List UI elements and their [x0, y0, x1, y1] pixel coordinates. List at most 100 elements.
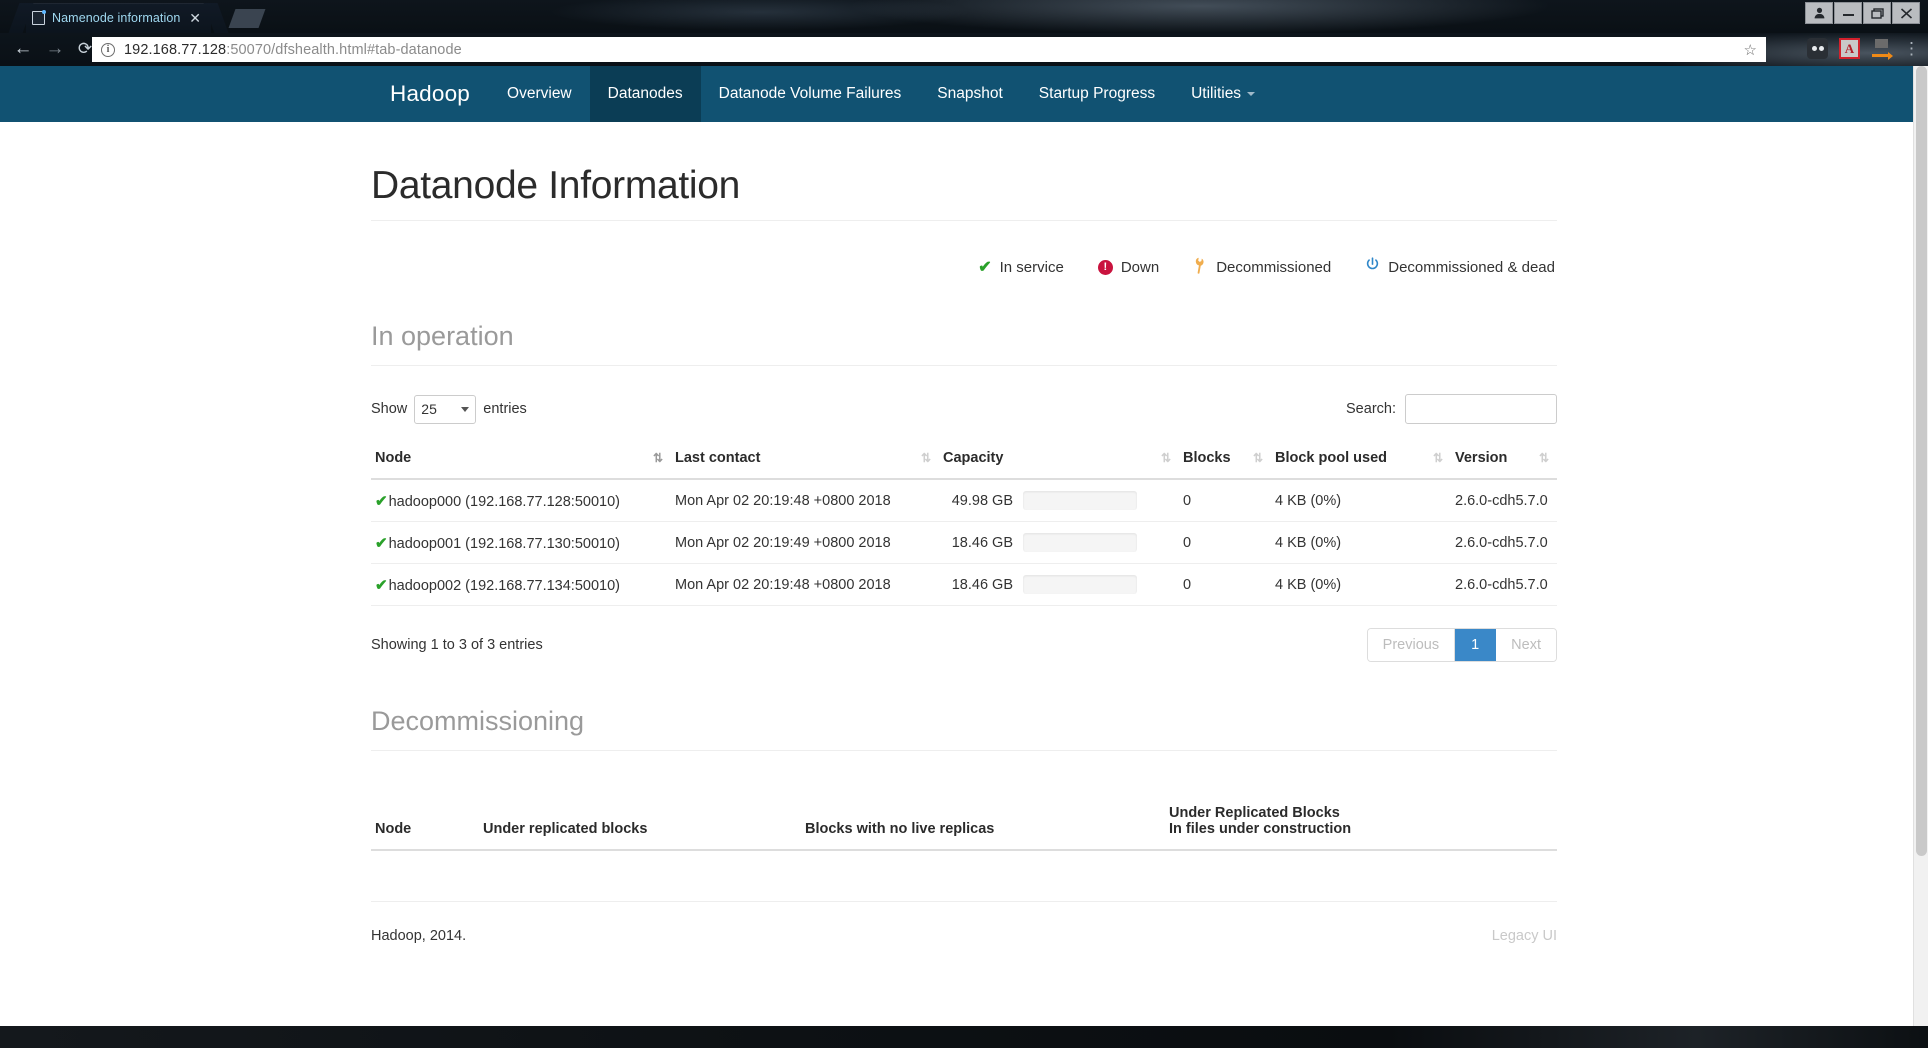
- node-link[interactable]: hadoop000 (192.168.77.128:50010): [389, 494, 620, 510]
- show-label: Show: [371, 401, 408, 417]
- extension-download-arrow-icon[interactable]: [1871, 38, 1893, 60]
- close-tab-icon[interactable]: ✕: [185, 11, 205, 25]
- cell-capacity: 49.98 GB: [939, 479, 1179, 522]
- column-header-last-contact[interactable]: Last contact ⇅: [671, 440, 939, 480]
- alert-circle-icon: !: [1097, 259, 1113, 275]
- bookmark-star-icon[interactable]: ☆: [1744, 41, 1757, 59]
- chevron-down-icon: [1247, 92, 1256, 96]
- address-bar[interactable]: i 192.168.77.128:50070/dfshealth.html#ta…: [92, 37, 1766, 62]
- legend-down-label: Down: [1120, 258, 1160, 276]
- column-header-blocks[interactable]: Blocks ⇅: [1179, 440, 1271, 480]
- cell-blocks: 0: [1179, 479, 1271, 522]
- decommissioning-table: Node Under replicated blocks Blocks with…: [371, 795, 1557, 851]
- section-decommissioning-heading: Decommissioning: [371, 706, 1557, 751]
- cell-capacity: 18.46 GB: [939, 521, 1179, 564]
- close-window-button[interactable]: [1892, 2, 1920, 24]
- table-header-row: Node ⇅ Last contact ⇅ Capacity ⇅ Blocks …: [371, 440, 1557, 480]
- minimize-button[interactable]: [1834, 2, 1862, 24]
- search-input[interactable]: [1405, 394, 1557, 424]
- legend-in-service-label: In service: [999, 258, 1064, 276]
- nav-item-utilities[interactable]: Utilities: [1173, 66, 1273, 122]
- column-header-node[interactable]: Node ⇅: [371, 440, 671, 480]
- legacy-ui-link[interactable]: Legacy UI: [1492, 928, 1557, 944]
- extension-goo-icon[interactable]: [1807, 38, 1828, 59]
- nav-item-overview[interactable]: Overview: [489, 66, 590, 122]
- hadoop-navbar: Hadoop Overview Datanodes Datanode Volum…: [0, 66, 1928, 122]
- column-header-blocks-no-live-replicas: Blocks with no live replicas: [801, 795, 1165, 851]
- entries-label: entries: [483, 401, 527, 417]
- column-header-block-pool-used[interactable]: Block pool used ⇅: [1271, 440, 1451, 480]
- sort-icon: ⇅: [652, 451, 663, 465]
- nav-item-snapshot[interactable]: Snapshot: [919, 66, 1021, 122]
- capacity-value: 49.98 GB: [951, 492, 1013, 509]
- power-icon: [1365, 257, 1380, 277]
- forward-button-icon[interactable]: →: [42, 38, 68, 60]
- capacity-value: 18.46 GB: [951, 534, 1013, 551]
- cell-block-pool-used: 4 KB (0%): [1271, 521, 1451, 564]
- datanodes-table: Node ⇅ Last contact ⇅ Capacity ⇅ Blocks …: [371, 440, 1557, 606]
- legend-decommissioned-dead: Decommissioned & dead: [1365, 257, 1555, 277]
- datatable-footer: Showing 1 to 3 of 3 entries Previous 1 N…: [371, 628, 1557, 662]
- scrollbar-thumb[interactable]: [1916, 66, 1927, 856]
- column-header-version[interactable]: Version ⇅: [1451, 440, 1557, 480]
- nav-item-startup-progress[interactable]: Startup Progress: [1021, 66, 1173, 122]
- check-icon: ✔: [375, 492, 388, 510]
- pagination-previous[interactable]: Previous: [1367, 629, 1456, 661]
- under-replicated-line-1: Under Replicated Blocks: [1169, 805, 1340, 821]
- cell-block-pool-used: 4 KB (0%): [1271, 563, 1451, 606]
- nav-item-datanode-volume-failures[interactable]: Datanode Volume Failures: [701, 66, 920, 122]
- site-info-icon[interactable]: i: [101, 42, 115, 57]
- extension-adobe-pdf-icon[interactable]: A: [1839, 38, 1860, 59]
- status-legend: ✔ In service ! Down Decommissioned Decom…: [371, 257, 1557, 277]
- screen: Namenode information ✕ ← → ⟳ i 192.168.7…: [0, 0, 1928, 1048]
- search-label: Search:: [1346, 401, 1396, 417]
- column-header-capacity[interactable]: Capacity ⇅: [939, 440, 1179, 480]
- browser-tab[interactable]: Namenode information ✕: [26, 3, 211, 33]
- brand-hadoop[interactable]: Hadoop: [371, 66, 489, 122]
- pagination-page-1[interactable]: 1: [1455, 629, 1497, 661]
- os-taskbar[interactable]: [0, 1026, 1928, 1048]
- page-length-value: 25: [421, 401, 437, 417]
- nav-item-datanodes[interactable]: Datanodes: [589, 66, 701, 122]
- table-row: ✔hadoop002 (192.168.77.134:50010) Mon Ap…: [371, 563, 1557, 606]
- url-path: :50070/dfshealth.html#tab-datanode: [226, 41, 462, 58]
- section-in-operation-heading: In operation: [371, 321, 1557, 366]
- pagination-next[interactable]: Next: [1496, 629, 1556, 661]
- account-button[interactable]: [1805, 2, 1833, 24]
- extension-icons: A ⋮: [1807, 38, 1920, 60]
- cell-node: ✔hadoop002 (192.168.77.134:50010): [371, 563, 671, 606]
- under-replicated-line-2: In files under construction: [1169, 821, 1352, 837]
- page-title: Datanode Information: [371, 164, 1557, 221]
- column-header-block-pool-used-label: Block pool used: [1275, 450, 1387, 466]
- decommissioning-table-head: Node Under replicated blocks Blocks with…: [371, 795, 1557, 851]
- capacity-progress-bar: [1023, 491, 1137, 510]
- wrench-icon: [1189, 255, 1213, 280]
- window-controls: [1805, 2, 1920, 24]
- cell-capacity: 18.46 GB: [939, 563, 1179, 606]
- node-link[interactable]: hadoop001 (192.168.77.130:50010): [389, 536, 620, 552]
- datanodes-table-body: ✔hadoop000 (192.168.77.128:50010) Mon Ap…: [371, 479, 1557, 606]
- browser-tab-title: Namenode information: [52, 11, 181, 25]
- column-header-blocks-label: Blocks: [1183, 450, 1231, 466]
- page-scrollbar[interactable]: [1913, 66, 1928, 1026]
- page-length-select[interactable]: 25: [414, 394, 477, 424]
- legend-down: ! Down: [1097, 257, 1160, 277]
- column-header-version-label: Version: [1455, 450, 1508, 466]
- sort-icon: ⇅: [1252, 451, 1263, 465]
- maximize-button[interactable]: [1863, 2, 1891, 24]
- cell-last-contact: Mon Apr 02 20:19:48 +0800 2018: [671, 563, 939, 606]
- back-button-icon[interactable]: ←: [10, 38, 36, 60]
- page-length-control: Show 25 entries: [371, 394, 527, 424]
- page-viewport: Hadoop Overview Datanodes Datanode Volum…: [0, 66, 1928, 1026]
- sort-icon: ⇅: [1538, 451, 1549, 465]
- legend-decommissioned: Decommissioned: [1193, 257, 1331, 277]
- url-host: 192.168.77.128: [124, 41, 227, 58]
- cell-version: 2.6.0-cdh5.7.0: [1451, 563, 1557, 606]
- cell-block-pool-used: 4 KB (0%): [1271, 479, 1451, 522]
- column-header-under-replicated-blocks: Under replicated blocks: [479, 795, 801, 851]
- legend-decommissioned-dead-label: Decommissioned & dead: [1388, 258, 1555, 276]
- column-header-last-contact-label: Last contact: [675, 450, 761, 466]
- node-link[interactable]: hadoop002 (192.168.77.134:50010): [389, 578, 620, 594]
- browser-menu-icon[interactable]: ⋮: [1903, 39, 1920, 59]
- page-favicon-icon: [32, 10, 46, 25]
